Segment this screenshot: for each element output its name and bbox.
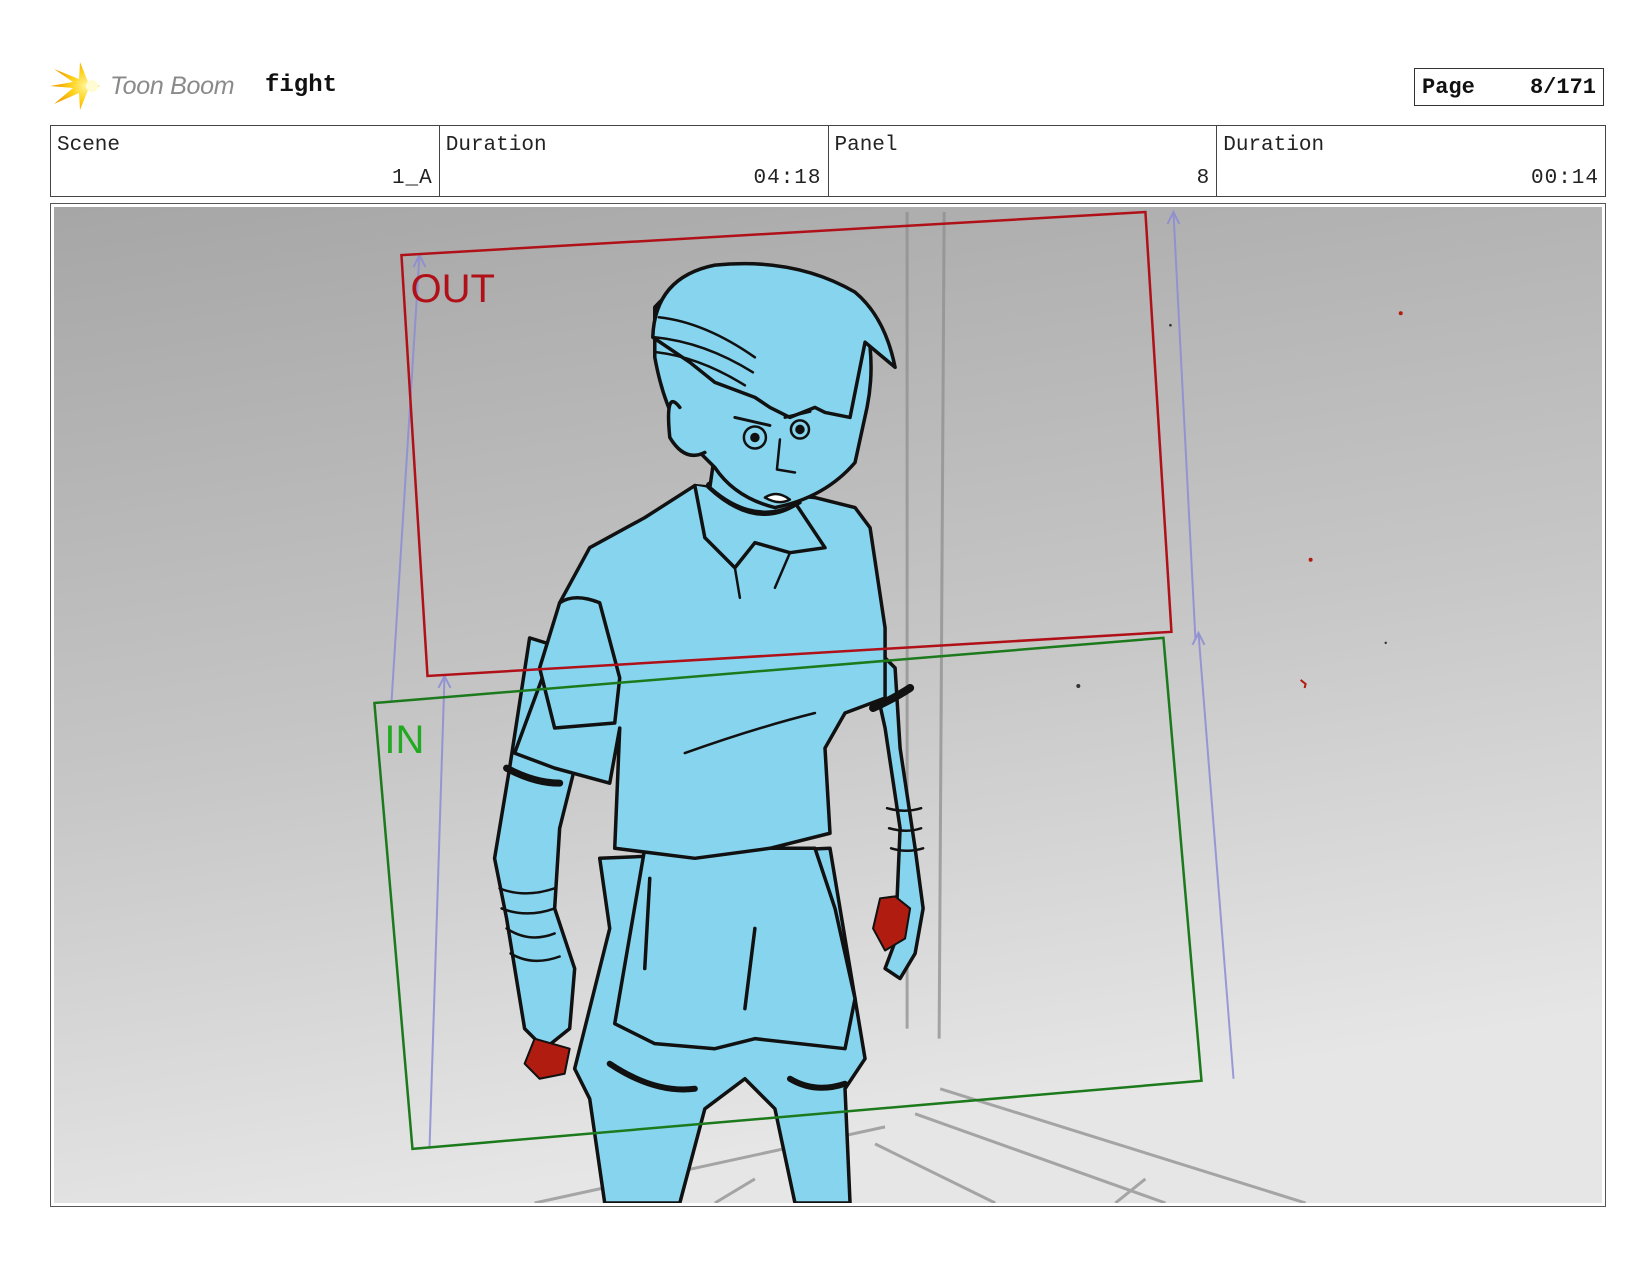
storyboard-panel: OUT IN bbox=[50, 203, 1606, 1207]
panel-duration-label: Duration bbox=[1223, 134, 1325, 157]
page-indicator: Page 8/171 bbox=[1414, 68, 1604, 106]
starburst-logo-icon bbox=[50, 62, 100, 110]
page-label: Page bbox=[1422, 74, 1475, 100]
scene-duration-value: 04:18 bbox=[753, 167, 822, 190]
page-number: 8/171 bbox=[1529, 74, 1596, 100]
panel-duration-value: 00:14 bbox=[1530, 167, 1599, 190]
panel-label: Panel bbox=[834, 134, 898, 157]
panel-artwork: OUT IN bbox=[54, 207, 1602, 1203]
toon-boom-logo: Toon Boom bbox=[50, 58, 235, 114]
panel-value: 8 bbox=[1196, 167, 1211, 190]
logo-text: Toon Boom bbox=[110, 71, 235, 100]
scene-label: Scene bbox=[57, 134, 121, 157]
panel-duration-cell: Duration 00:14 bbox=[1217, 126, 1605, 196]
scene-info-table: Scene 1_A Duration 04:18 Panel 8 Duratio… bbox=[50, 125, 1606, 197]
out-frame-label: OUT bbox=[410, 267, 495, 311]
project-title: fight bbox=[265, 72, 338, 99]
scene-value: 1_A bbox=[391, 167, 433, 190]
storyboard-header: Toon Boom fight Page 8/171 bbox=[50, 58, 1604, 114]
scene-duration-cell: Duration 04:18 bbox=[440, 126, 829, 196]
scene-cell: Scene 1_A bbox=[51, 126, 440, 196]
panel-cell: Panel 8 bbox=[829, 126, 1218, 196]
in-frame-label: IN bbox=[384, 718, 424, 762]
scene-duration-label: Duration bbox=[445, 134, 547, 157]
